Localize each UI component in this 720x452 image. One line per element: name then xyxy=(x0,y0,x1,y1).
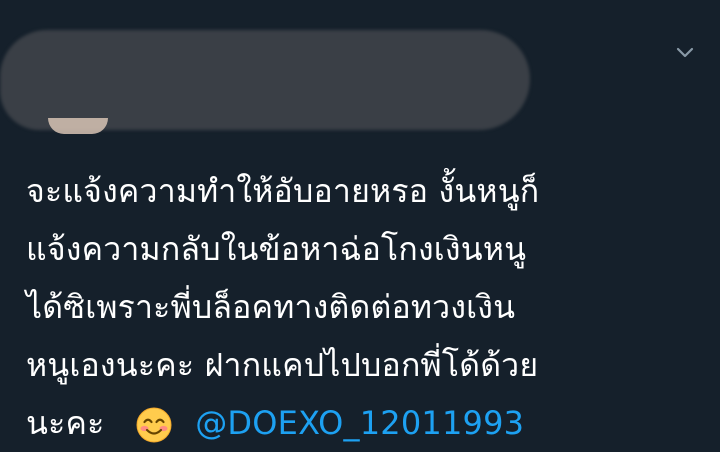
tweet-text-line: จะแจ้งความทำให้อับอายหรอ งั้นหนูก็ xyxy=(26,172,540,210)
chevron-down-icon[interactable] xyxy=(676,46,694,60)
tweet-text: จะแจ้งความทำให้อับอายหรอ งั้นหนูก็ แจ้งค… xyxy=(26,162,706,452)
tweet-text-line: หนูเองนะคะ ฝากแคปไปบอกพี่โด้ด้วย xyxy=(26,346,539,384)
tweet: จะแจ้งความทำให้อับอายหรอ งั้นหนูก็ แจ้งค… xyxy=(0,0,720,446)
tweet-text-line: แจ้งความกลับในข้อหาฉ่อโกงเงินหนู xyxy=(26,230,527,268)
smiling-face-with-smiling-eyes-icon xyxy=(136,407,172,443)
tweet-text-line: นะคะ xyxy=(26,404,105,442)
tweet-text-line: ได้ซิเพราะพี่บล็อคทางติดต่อทวงเงิน xyxy=(26,288,516,326)
tweet-text-last-line: นะคะ @DOEXO_12011993 xyxy=(26,394,706,452)
mention-link[interactable]: @DOEXO_12011993 xyxy=(195,404,524,442)
avatar[interactable] xyxy=(48,118,108,134)
redacted-author-area xyxy=(0,30,530,130)
